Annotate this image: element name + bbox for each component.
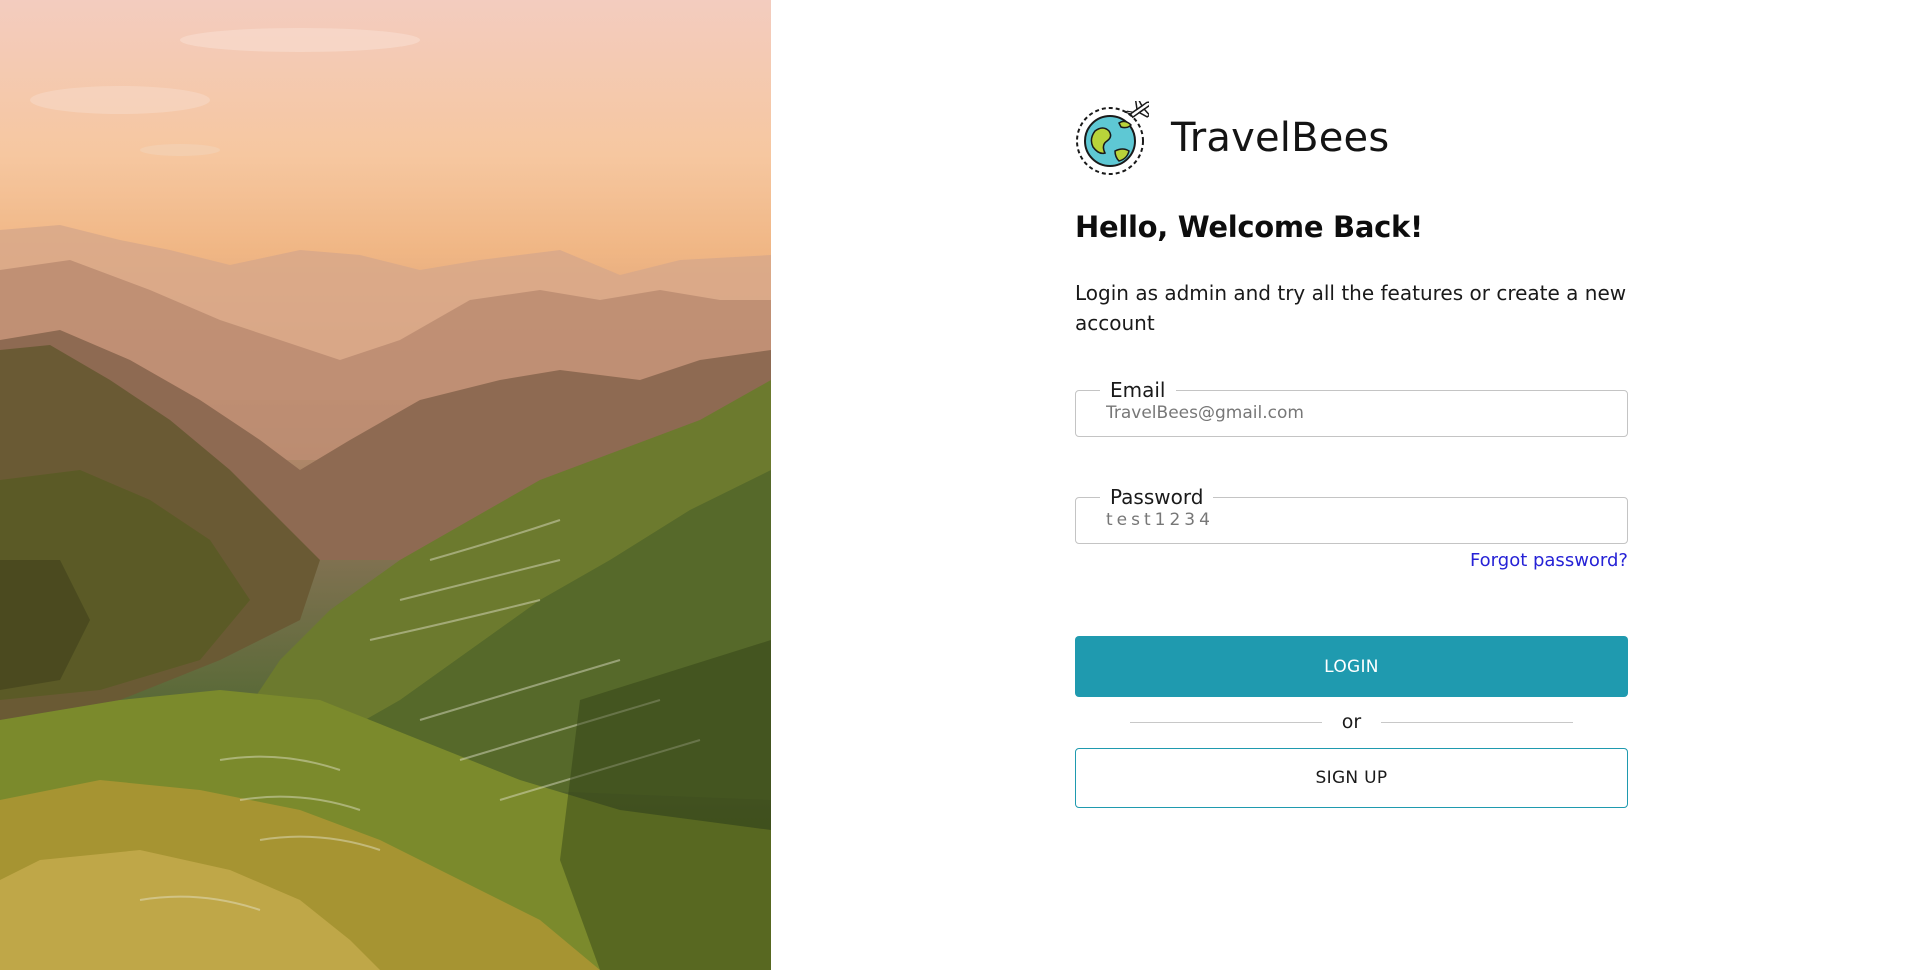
login-page: TravelBees Hello, Welcome Back! Login as… bbox=[0, 0, 1920, 970]
login-description: Login as admin and try all the features … bbox=[1075, 281, 1627, 335]
login-panel: TravelBees Hello, Welcome Back! Login as… bbox=[771, 0, 1920, 970]
password-field-wrapper: Password bbox=[1075, 487, 1628, 544]
divider-label: or bbox=[1333, 711, 1370, 733]
password-field[interactable] bbox=[1075, 487, 1628, 544]
login-form: TravelBees Hello, Welcome Back! Login as… bbox=[1075, 100, 1628, 808]
forgot-password-link[interactable]: Forgot password? bbox=[1075, 550, 1628, 571]
landscape-illustration bbox=[0, 28, 771, 970]
divider-line-left bbox=[1130, 722, 1322, 723]
sign-up-button[interactable]: SIGN UP bbox=[1075, 748, 1628, 808]
page-title: Hello, Welcome Back! bbox=[1075, 210, 1423, 244]
email-field-wrapper: Email bbox=[1075, 380, 1628, 437]
login-button[interactable]: LOGIN bbox=[1075, 636, 1628, 697]
divider-line-right bbox=[1381, 722, 1573, 723]
brand-name: TravelBees bbox=[1171, 115, 1390, 161]
email-field[interactable] bbox=[1075, 380, 1628, 437]
globe-airplane-icon bbox=[1075, 101, 1149, 175]
brand-header: TravelBees bbox=[1075, 100, 1628, 176]
or-divider: or bbox=[1075, 709, 1628, 735]
hero-image bbox=[0, 0, 771, 970]
